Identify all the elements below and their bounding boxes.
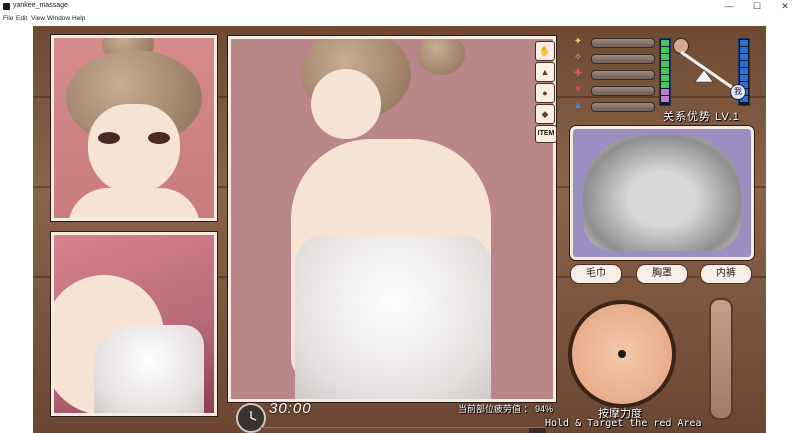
player-gauge <box>659 38 671 106</box>
panties-button[interactable]: 内裤 <box>700 264 752 284</box>
menu-bar: File Edit View Window Help <box>0 13 800 25</box>
menu-window[interactable]: Window <box>47 15 70 22</box>
gauge-cell <box>661 68 669 74</box>
body-closeup-panel <box>51 232 217 416</box>
towel <box>295 235 491 399</box>
face-closeup-panel <box>51 35 217 221</box>
item-button[interactable]: ITEM <box>535 125 557 143</box>
fatigue-label: 当前部位疲劳值 ： 94% <box>458 404 554 414</box>
close-button[interactable]: ✕ <box>772 0 798 13</box>
shoulders <box>68 188 200 218</box>
hair-bun <box>417 39 465 75</box>
face <box>88 104 180 194</box>
lightbulb-icon: ✦ <box>573 36 583 47</box>
gauge-cell <box>661 82 669 88</box>
gauge-cell <box>661 54 669 60</box>
towel-button[interactable]: 毛巾 <box>570 264 622 284</box>
cross-icon: ✚ <box>573 68 583 79</box>
hint-text: Hold & Target the red Area <box>545 418 702 429</box>
thumbs-up-icon: ▲ <box>573 100 583 111</box>
stat-bar <box>591 38 655 48</box>
finger-icon[interactable]: ● <box>535 83 555 103</box>
timer: 30:00 <box>269 400 312 417</box>
gauge-cell <box>661 40 669 46</box>
tool-icon[interactable]: ◆ <box>535 104 555 124</box>
main-view-panel[interactable] <box>228 36 556 402</box>
window-titlebar: yankee_massage — ☐ ✕ <box>0 0 800 13</box>
fatigue-progress-bar <box>261 427 546 433</box>
gauge-cell <box>661 75 669 81</box>
gauge-cell <box>661 47 669 53</box>
me-badge: 我 <box>730 84 746 100</box>
massage-strength-dial[interactable] <box>568 300 676 408</box>
right-eye <box>148 132 170 144</box>
heart-icon: ♥ <box>575 84 581 95</box>
towel <box>94 325 204 413</box>
menu-help[interactable]: Help <box>72 15 85 22</box>
body-map-panel[interactable] <box>570 126 754 260</box>
stat-bar <box>591 54 655 64</box>
strength-indicator[interactable] <box>618 350 626 358</box>
menu-file[interactable]: File <box>3 15 13 22</box>
depth-gauge <box>709 298 733 420</box>
bra-button[interactable]: 胸罩 <box>636 264 688 284</box>
stat-bar <box>591 102 655 112</box>
window-title: yankee_massage <box>13 2 68 9</box>
game-canvas[interactable]: ✋ ▲ ● ◆ ITEM ✦ ✧ ✚ ♥ ▲ 我 关系优势 LV.1 毛巾 胸罩… <box>33 26 766 433</box>
stat-bar <box>591 86 655 96</box>
body-map <box>583 135 741 251</box>
face-profile <box>311 69 381 139</box>
minimize-button[interactable]: — <box>716 0 742 13</box>
hand-icon[interactable]: ✋ <box>535 41 555 61</box>
menu-view[interactable]: View <box>31 15 45 22</box>
sparkle-icon: ✧ <box>573 52 583 63</box>
relation-level: 关系优势 LV.1 <box>663 111 740 123</box>
maximize-button[interactable]: ☐ <box>744 0 770 13</box>
towel-icon[interactable]: ▲ <box>535 62 555 82</box>
stat-bar <box>591 70 655 80</box>
app-icon <box>3 3 10 10</box>
gauge-cell <box>661 61 669 67</box>
left-eye <box>98 132 120 144</box>
gauge-cell <box>661 96 669 102</box>
menu-edit[interactable]: Edit <box>16 15 27 22</box>
fatigue-progress-fill <box>261 428 529 433</box>
gauge-cell <box>661 89 669 95</box>
